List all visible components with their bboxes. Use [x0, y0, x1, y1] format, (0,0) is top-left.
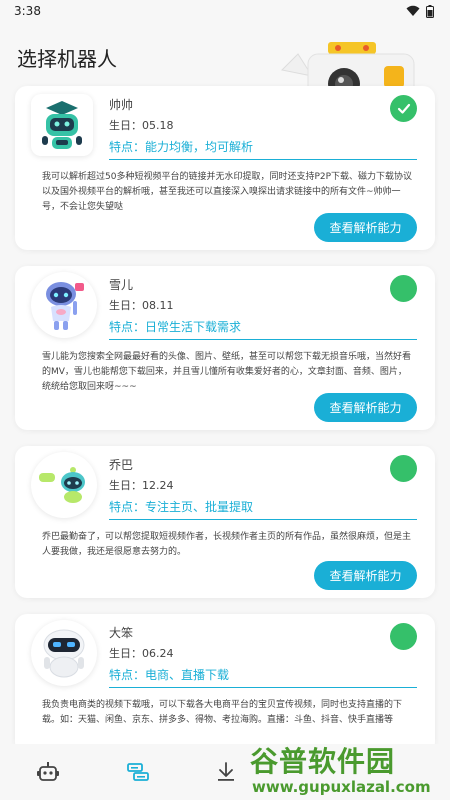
robot-qiaoba-icon: [39, 467, 85, 503]
robot-icon[interactable]: [36, 760, 60, 784]
robot-card[interactable]: 帅帅 生日：05.18 特点：能力均衡，均可解析 我可以解析超过50多种短视频平…: [15, 86, 435, 250]
view-parse-ability-button[interactable]: 查看解析能力: [314, 393, 417, 422]
divider: [109, 687, 417, 688]
robot-feature: 特点：专注主页、批量提取: [109, 500, 254, 514]
robot-shuaishuai-icon: [42, 101, 82, 149]
robot-birthday: 生日：12.24: [109, 479, 174, 492]
download-icon[interactable]: [214, 760, 238, 784]
robot-card[interactable]: 乔巴 生日：12.24 特点：专注主页、批量提取 乔巴最勤奋了，可以帮您提取短视…: [15, 446, 435, 598]
wifi-icon: [406, 5, 420, 16]
view-parse-ability-button[interactable]: 查看解析能力: [314, 561, 417, 590]
unselected-indicator[interactable]: [390, 455, 417, 482]
robot-description: 我负责电商类的视频下载哦，可以下载各大电商平台的宝贝宣传视频，同时也支持直播的下…: [42, 700, 403, 725]
robot-avatar: [31, 94, 93, 156]
status-icons: [406, 4, 434, 18]
selected-check[interactable]: [390, 95, 417, 122]
robot-feature: 特点：能力均衡，均可解析: [109, 140, 254, 154]
status-time: 3:38: [14, 4, 41, 18]
robot-avatar: [31, 272, 97, 338]
unselected-indicator[interactable]: [390, 275, 417, 302]
robot-card[interactable]: 大笨 生日：06.24 特点：电商、直播下载 我负责电商类的视频下载哦，可以下载…: [15, 614, 435, 754]
robot-name: 帅帅: [109, 98, 134, 112]
robot-daben-icon: [43, 629, 85, 678]
robot-card[interactable]: 雪儿 生日：08.11 特点：日常生活下载需求 雪儿能为您搜索全网最最好看的头像…: [15, 266, 435, 430]
robot-name: 乔巴: [109, 458, 134, 472]
robot-birthday: 生日：08.11: [109, 299, 174, 312]
unselected-indicator[interactable]: [390, 623, 417, 650]
page-title: 选择机器人: [17, 47, 117, 71]
robot-feature: 特点：日常生活下载需求: [109, 320, 242, 334]
view-parse-ability-button[interactable]: 查看解析能力: [314, 213, 417, 242]
watermark-title: 谷普软件园: [250, 745, 396, 778]
battery-icon: [426, 4, 434, 18]
watermark-url: www.gupuxlazal.com: [252, 778, 431, 796]
status-bar: 3:38: [0, 0, 450, 22]
robot-avatar: [31, 452, 97, 518]
robot-name: 雪儿: [109, 278, 134, 292]
robot-avatar: [31, 620, 97, 686]
robot-description: 我可以解析超过50多种短视频平台的链接并无水印提取，同时还支持P2P下载、磁力下…: [42, 172, 413, 212]
robot-description: 雪儿能为您搜索全网最最好看的头像、图片、壁纸，甚至可以帮您下载无损音乐哦，当然好…: [42, 352, 412, 392]
parse-list-icon[interactable]: [126, 760, 150, 784]
check-icon: [397, 103, 410, 114]
robot-birthday: 生日：05.18: [109, 119, 174, 132]
watermark: 谷普软件园 www.gupuxlazal.com: [250, 740, 450, 800]
robot-birthday: 生日：06.24: [109, 647, 174, 660]
divider: [109, 339, 417, 340]
divider: [109, 159, 417, 160]
robot-description: 乔巴最勤奋了，可以帮您提取短视频作者，长视频作者主页的所有作品，虽然很麻烦，但是…: [42, 532, 412, 557]
robot-xueer-icon: [46, 282, 84, 330]
robot-feature: 特点：电商、直播下载: [109, 668, 230, 682]
robot-name: 大笨: [109, 626, 134, 640]
divider: [109, 519, 417, 520]
